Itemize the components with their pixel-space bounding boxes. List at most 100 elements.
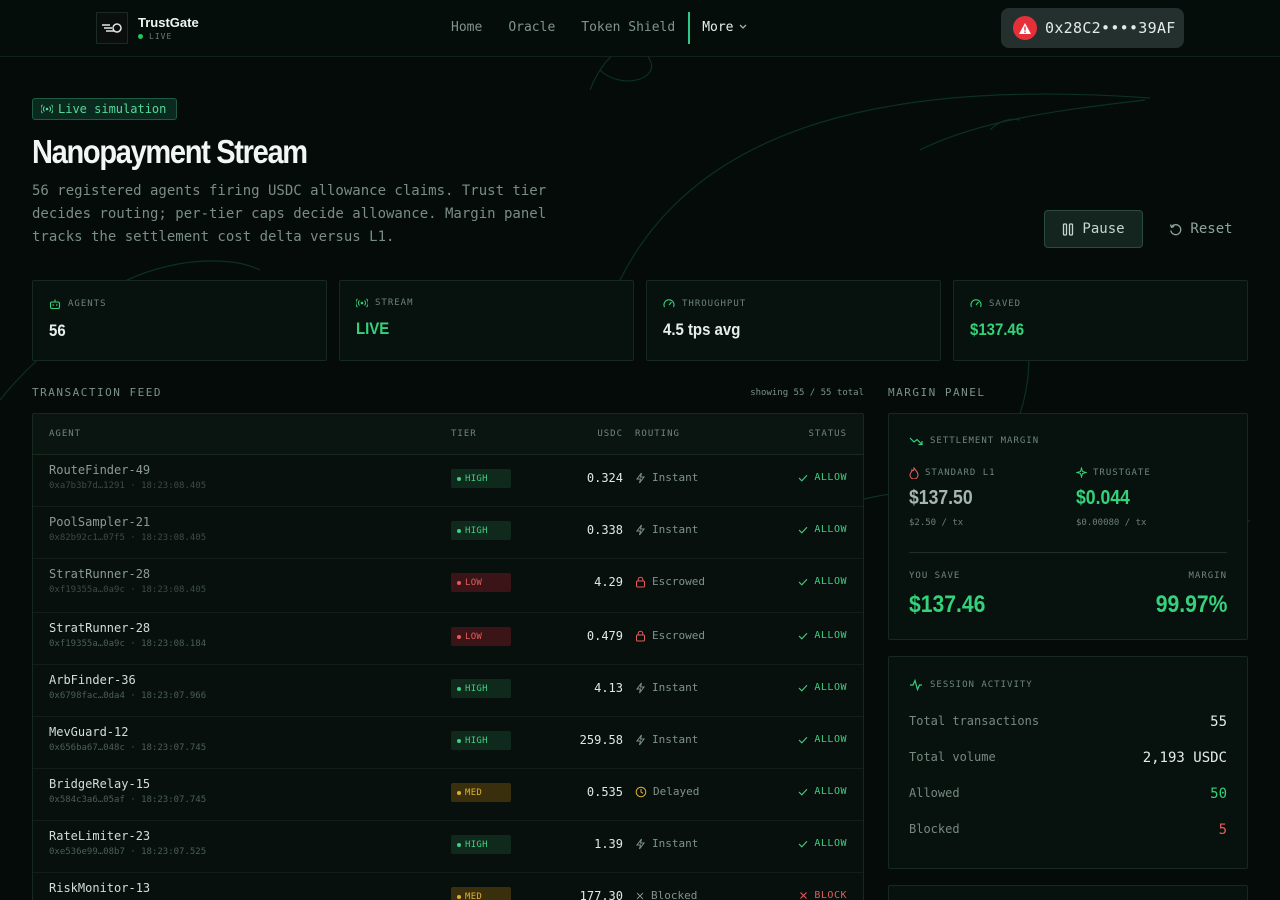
stat-label: AGENTS xyxy=(68,299,107,309)
table-row[interactable]: RouteFinder-49 0xa7b3b7d…1291 · 18:23:08.… xyxy=(33,455,863,507)
page-title: Nanopayment Stream xyxy=(32,133,308,170)
agent-meta: 0x584c3a6…05af · 18:23:07.745 xyxy=(49,795,207,805)
nav-token-shield[interactable]: Token Shield xyxy=(568,12,688,44)
tier-badge: HIGH xyxy=(451,521,511,540)
clock-icon xyxy=(635,786,647,798)
tier-dot-icon xyxy=(457,894,461,899)
table-row[interactable]: MevGuard-12 0x656ba67…048c · 18:23:07.745… xyxy=(33,717,863,769)
next-panel-card xyxy=(888,885,1248,900)
feed-title: TRANSACTION FEED xyxy=(32,386,162,399)
trend-down-icon xyxy=(909,436,923,446)
top-navigation-bar: TrustGate LIVE Home Oracle Token Shield … xyxy=(0,0,1280,57)
standard-l1-label: STANDARD L1 xyxy=(909,467,996,479)
margin-value: 99.97% xyxy=(1155,591,1227,618)
pause-label: Pause xyxy=(1082,221,1125,237)
tier-badge: HIGH xyxy=(451,469,511,488)
check-icon xyxy=(798,840,808,848)
reset-button[interactable]: Reset xyxy=(1160,210,1242,248)
bolt-icon xyxy=(635,838,646,850)
usdc-amount: 0.338 xyxy=(586,523,623,537)
lock-icon xyxy=(635,576,646,588)
x-icon xyxy=(799,891,808,900)
table-row[interactable]: RateLimiter-23 0xe536e99…08b7 · 18:23:07.… xyxy=(33,821,863,873)
stat-label: THROUGHPUT xyxy=(682,298,747,309)
tier-badge: LOW xyxy=(451,573,511,592)
settlement-margin-label: SETTLEMENT MARGIN xyxy=(930,436,1040,446)
session-activity-label: SESSION ACTIVITY xyxy=(930,680,1033,690)
col-routing: ROUTING xyxy=(635,429,680,439)
status-cell: ALLOW xyxy=(798,682,847,693)
bolt-icon xyxy=(635,472,646,484)
tier-badge: HIGH xyxy=(451,731,511,750)
usdc-amount: 4.13 xyxy=(594,681,623,695)
wallet-button[interactable]: 0x28C2••••39AF xyxy=(1001,8,1184,48)
usdc-amount: 4.29 xyxy=(594,575,623,589)
nav-home[interactable]: Home xyxy=(438,12,495,44)
tier-badge: HIGH xyxy=(451,679,511,698)
routing-cell: Instant xyxy=(635,837,698,850)
routing-cell: Escrowed xyxy=(635,629,705,642)
agent-name: RiskMonitor-13 xyxy=(49,881,151,895)
status-cell: ALLOW xyxy=(798,524,847,535)
table-row[interactable]: RiskMonitor-13 MED 177.30 Blocked BLOCK xyxy=(33,873,863,900)
routing-cell: Escrowed xyxy=(635,575,705,588)
agent-meta: 0x656ba67…048c · 18:23:07.745 xyxy=(49,743,207,753)
session-row-transactions: Total transactions 55 xyxy=(909,714,1227,730)
col-agent: AGENT xyxy=(49,429,82,439)
x-icon xyxy=(635,891,645,900)
status-cell: ALLOW xyxy=(798,630,847,641)
agent-name: ArbFinder-36 xyxy=(49,673,136,687)
table-header: AGENT TIER USDC ROUTING STATUS xyxy=(33,414,863,455)
trustgate-label: TRUSTGATE xyxy=(1076,467,1151,478)
session-row-blocked: Blocked 5 xyxy=(909,822,1227,838)
tier-dot-icon xyxy=(457,686,461,691)
agent-name: MevGuard-12 xyxy=(49,725,129,739)
agent-meta: 0xe536e99…08b7 · 18:23:07.525 xyxy=(49,847,207,857)
tier-dot-icon xyxy=(457,528,461,533)
nav-oracle[interactable]: Oracle xyxy=(495,12,568,44)
agent-meta: 0x6798fac…0da4 · 18:23:07.966 xyxy=(49,691,207,701)
check-icon xyxy=(798,578,808,586)
page-description: 56 registered agents firing USDC allowan… xyxy=(32,183,547,245)
you-save-value: $137.46 xyxy=(909,591,986,618)
table-row[interactable]: ArbFinder-36 0x6798fac…0da4 · 18:23:07.96… xyxy=(33,665,863,717)
table-row[interactable]: BridgeRelay-15 0x584c3a6…05af · 18:23:07.… xyxy=(33,769,863,821)
bolt-icon xyxy=(635,524,646,536)
status-cell: ALLOW xyxy=(798,734,847,745)
table-row[interactable]: StratRunner-28 0xf19355a…0a9c · 18:23:08.… xyxy=(33,613,863,665)
agent-name: StratRunner-28 xyxy=(49,621,151,635)
settlement-margin-card: SETTLEMENT MARGIN STANDARD L1 $137.50 $2… xyxy=(888,413,1248,640)
usdc-amount: 0.535 xyxy=(586,785,623,799)
routing-cell: Instant xyxy=(635,523,698,536)
nav-more-dropdown[interactable]: More xyxy=(688,12,759,44)
transaction-feed-table: AGENT TIER USDC ROUTING STATUS RouteFind… xyxy=(32,413,864,900)
main-nav: Home Oracle Token Shield More xyxy=(438,12,760,44)
table-row[interactable]: PoolSampler-21 0x82b92c1…07f5 · 18:23:08.… xyxy=(33,507,863,559)
tier-dot-icon xyxy=(457,738,461,743)
tier-dot-icon xyxy=(457,790,461,795)
agent-name: PoolSampler-21 xyxy=(49,515,151,529)
margin-panel-title: MARGIN PANEL xyxy=(888,386,986,399)
brand[interactable]: TrustGate LIVE xyxy=(96,12,199,44)
check-icon xyxy=(798,632,808,640)
standard-l1-value: $137.50 xyxy=(909,487,973,509)
usdc-amount: 1.39 xyxy=(594,837,623,851)
pause-button[interactable]: Pause xyxy=(1044,210,1143,248)
bolt-icon xyxy=(635,734,646,746)
activity-icon xyxy=(909,679,923,691)
agent-name: RouteFinder-49 xyxy=(49,463,151,477)
chevron-down-icon xyxy=(739,12,747,44)
stat-label: STREAM xyxy=(375,298,414,308)
lock-icon xyxy=(635,630,646,642)
trustgate-rate: $0.00080 / tx xyxy=(1076,518,1147,528)
col-status: STATUS xyxy=(808,429,847,439)
you-save-label: YOU SAVE xyxy=(909,571,961,581)
tier-dot-icon xyxy=(457,634,461,639)
check-icon xyxy=(798,788,808,796)
usdc-amount: 0.479 xyxy=(586,629,623,643)
table-row[interactable]: StratRunner-28 0xf19355a…0a9c · 18:23:08.… xyxy=(33,559,863,613)
routing-cell: Instant xyxy=(635,471,698,484)
stat-label: SAVED xyxy=(989,298,1022,309)
check-icon xyxy=(798,736,808,744)
status-cell: ALLOW xyxy=(798,838,847,849)
